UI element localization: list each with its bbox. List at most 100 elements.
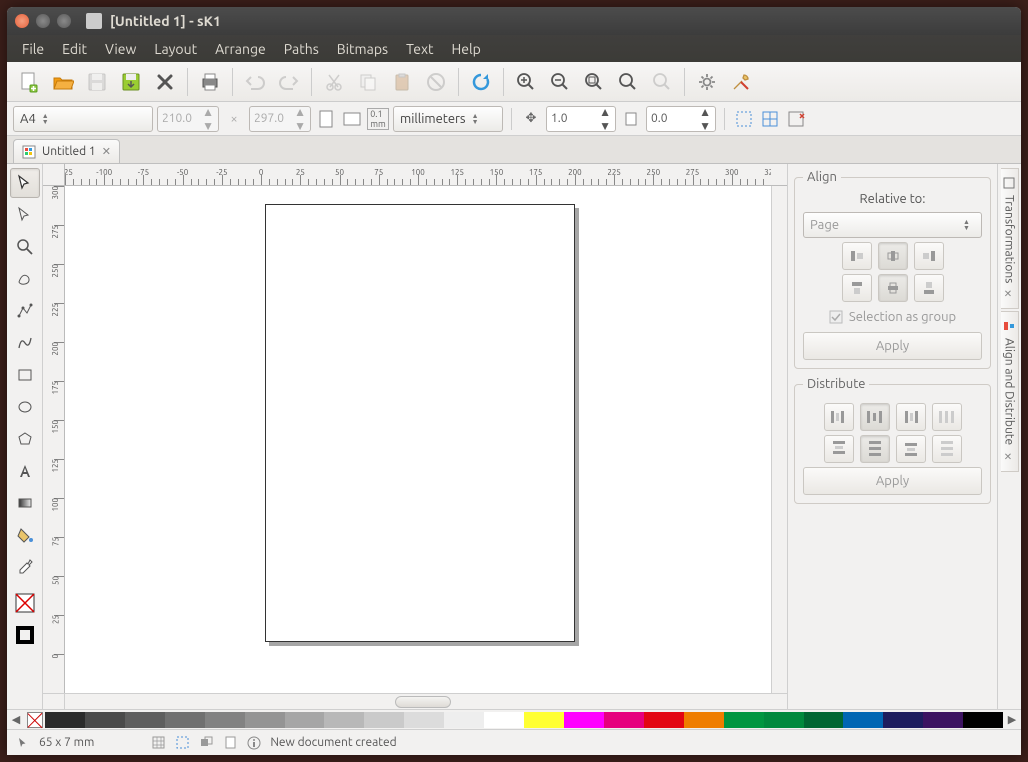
zoom-fit-button[interactable] — [578, 66, 610, 98]
align-right-button[interactable] — [914, 242, 944, 270]
vertical-scrollbar[interactable] — [771, 186, 787, 693]
align-apply-button[interactable]: Apply — [803, 332, 982, 360]
open-button[interactable] — [47, 66, 79, 98]
distribute-apply-button[interactable]: Apply — [803, 467, 982, 495]
menu-bitmaps[interactable]: Bitmaps — [328, 37, 397, 61]
color-swatch[interactable] — [724, 712, 764, 728]
zoom-selection-button[interactable] — [646, 66, 678, 98]
title-bar[interactable]: [Untitled 1] - sK1 — [7, 7, 1021, 35]
window-maximize-button[interactable] — [57, 14, 71, 28]
palette-next-button[interactable]: ▶ — [1003, 713, 1021, 726]
distribute-gaps-h-button[interactable] — [932, 403, 962, 431]
select-tool[interactable] — [10, 168, 40, 198]
ruler-origin[interactable] — [43, 164, 65, 186]
close-tab-icon[interactable]: ✕ — [102, 145, 111, 158]
redo-button[interactable] — [273, 66, 305, 98]
no-fill-swatch[interactable] — [27, 712, 43, 728]
page-height-input[interactable]: 297.0▲▼ — [249, 106, 311, 132]
color-swatch[interactable] — [644, 712, 684, 728]
distribute-center-h-button[interactable] — [860, 403, 890, 431]
paste-button[interactable] — [386, 66, 418, 98]
portrait-icon[interactable] — [315, 108, 337, 130]
color-swatch[interactable] — [524, 712, 564, 728]
color-swatch[interactable] — [684, 712, 724, 728]
refresh-button[interactable] — [465, 66, 497, 98]
distribute-gaps-v-button[interactable] — [932, 435, 962, 463]
close-button[interactable] — [149, 66, 181, 98]
palette-prev-button[interactable]: ◀ — [7, 713, 25, 726]
offset-input[interactable]: 0.0▲▼ — [646, 106, 716, 132]
relative-to-combo[interactable]: Page▲▼ — [803, 212, 982, 238]
color-swatch[interactable] — [843, 712, 883, 728]
freehand-tool[interactable] — [10, 264, 40, 294]
menu-arrange[interactable]: Arrange — [206, 37, 275, 61]
canvas[interactable] — [65, 186, 771, 693]
color-swatch[interactable] — [285, 712, 325, 728]
polygon-tool[interactable] — [10, 424, 40, 454]
document-tab[interactable]: Untitled 1 ✕ — [13, 139, 120, 163]
distribute-bottom-button[interactable] — [896, 435, 926, 463]
eyedropper-tool[interactable] — [10, 552, 40, 582]
snap-page-icon[interactable] — [222, 735, 238, 751]
scale-input[interactable]: 1.0▲▼ — [546, 106, 616, 132]
window-minimize-button[interactable] — [36, 14, 50, 28]
fill-indicator[interactable] — [10, 588, 40, 618]
fill-tool[interactable] — [10, 520, 40, 550]
menu-text[interactable]: Text — [397, 37, 442, 61]
window-close-button[interactable] — [15, 14, 29, 28]
selection-as-group-check[interactable]: Selection as group — [803, 310, 982, 324]
zoom-out-button[interactable] — [544, 66, 576, 98]
polyline-tool[interactable] — [10, 296, 40, 326]
save-as-button[interactable] — [115, 66, 147, 98]
distribute-right-button[interactable] — [896, 403, 926, 431]
tab-align-distribute[interactable]: Align and Distribute✕ — [1001, 311, 1019, 471]
color-swatch[interactable] — [484, 712, 524, 728]
zoom-tool[interactable] — [10, 232, 40, 262]
close-icon[interactable]: ✕ — [1004, 289, 1015, 300]
new-document-button[interactable] — [13, 66, 45, 98]
close-icon[interactable]: ✕ — [1004, 452, 1015, 463]
scrollbar-thumb[interactable] — [395, 696, 451, 708]
node-tool[interactable] — [10, 200, 40, 230]
ellipse-tool[interactable] — [10, 392, 40, 422]
align-left-button[interactable] — [842, 242, 872, 270]
color-swatch[interactable] — [85, 712, 125, 728]
color-swatch[interactable] — [404, 712, 444, 728]
lock-icon[interactable]: × — [223, 108, 245, 130]
save-button[interactable] — [81, 66, 113, 98]
color-swatch[interactable] — [444, 712, 484, 728]
color-swatch[interactable] — [923, 712, 963, 728]
color-swatch[interactable] — [963, 712, 1003, 728]
color-swatch[interactable] — [165, 712, 205, 728]
horizontal-ruler[interactable]: -125-100-75-50-2502550751001251501752002… — [65, 164, 771, 186]
color-swatch[interactable] — [883, 712, 923, 728]
align-bottom-button[interactable] — [914, 274, 944, 302]
gradient-tool[interactable] — [10, 488, 40, 518]
vertical-ruler[interactable]: 3002752502252001751501251007550250-25 — [43, 186, 65, 693]
color-swatch[interactable] — [564, 712, 604, 728]
horizontal-scrollbar[interactable] — [43, 693, 787, 709]
text-tool[interactable] — [10, 456, 40, 486]
color-swatch[interactable] — [364, 712, 404, 728]
snap-grid-icon[interactable] — [150, 735, 166, 751]
delete-guides-button[interactable] — [785, 108, 807, 130]
color-swatch[interactable] — [125, 712, 165, 728]
tab-transformations[interactable]: Transformations✕ — [1001, 168, 1019, 309]
color-swatch[interactable] — [604, 712, 644, 728]
align-center-v-button[interactable] — [878, 274, 908, 302]
page-format-combo[interactable]: A4▲▼ — [13, 106, 153, 132]
align-top-button[interactable] — [842, 274, 872, 302]
distribute-center-v-button[interactable] — [860, 435, 890, 463]
snap-button[interactable] — [759, 108, 781, 130]
menu-view[interactable]: View — [96, 37, 145, 61]
snap-guides-icon[interactable] — [174, 735, 190, 751]
delete-button[interactable] — [420, 66, 452, 98]
color-swatch[interactable] — [245, 712, 285, 728]
copy-button[interactable] — [352, 66, 384, 98]
stroke-indicator[interactable] — [10, 620, 40, 650]
landscape-icon[interactable] — [341, 108, 363, 130]
preferences-button[interactable] — [691, 66, 723, 98]
menu-file[interactable]: File — [13, 37, 53, 61]
distribute-left-button[interactable] — [824, 403, 854, 431]
cut-button[interactable] — [318, 66, 350, 98]
